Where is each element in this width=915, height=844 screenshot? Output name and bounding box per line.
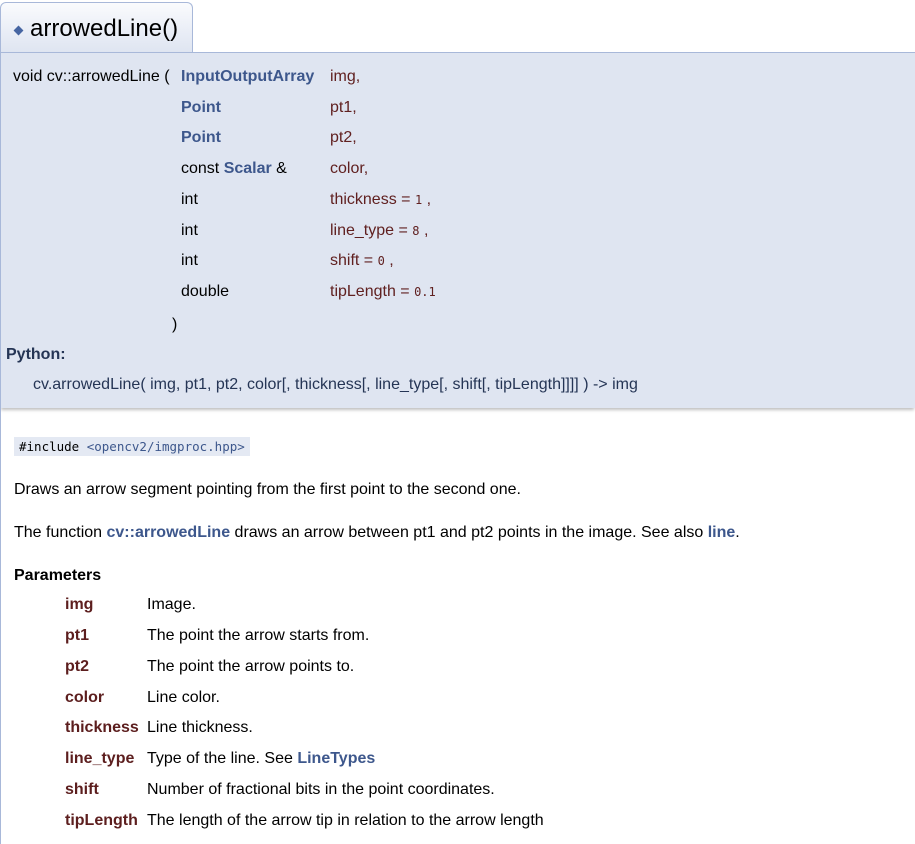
- parameter-description-text: Type of the line. See: [147, 750, 298, 767]
- linetypes-link[interactable]: LineTypes: [297, 750, 375, 767]
- param-default-value: 0: [377, 254, 385, 268]
- param-name: pt2,: [330, 129, 357, 146]
- param-declaration: line_type = 8 ,: [330, 220, 428, 242]
- type-suffix: &: [271, 160, 287, 177]
- param-name: thickness =: [330, 191, 415, 208]
- brief-description: Draws an arrow segment pointing from the…: [14, 481, 521, 498]
- param-declaration: pt1,: [330, 97, 357, 119]
- param-declaration: pt2,: [330, 127, 357, 149]
- param-separator: ,: [422, 191, 432, 208]
- member-title: arrowedLine(): [30, 15, 179, 42]
- python-label: Python:: [6, 346, 66, 363]
- param-name: color,: [330, 160, 369, 177]
- parameter-name: tipLength: [65, 812, 138, 829]
- member-title-tab: arrowedLine(): [0, 2, 193, 52]
- python-signature: cv.arrowedLine( img, pt1, pt2, color[, t…: [33, 376, 638, 393]
- parameters-heading: Parameters: [14, 567, 102, 584]
- type-link[interactable]: InputOutputArray: [181, 68, 314, 85]
- param-declaration: color,: [330, 158, 368, 180]
- param-default-value: 8: [412, 224, 420, 238]
- parameter-description: The length of the arrow tip in relation …: [147, 810, 544, 832]
- parameter-description-text: The point the arrow points to.: [147, 658, 355, 675]
- type-qualifier: const: [181, 160, 224, 177]
- include-file-link[interactable]: <opencv2/imgproc.hpp>: [87, 439, 245, 454]
- parameter-description: The point the arrow points to.: [147, 656, 354, 678]
- param-type: Point: [181, 97, 221, 119]
- parameter-description-text: Line color.: [147, 689, 220, 706]
- param-type: int: [181, 220, 198, 242]
- param-default-value: 0.1: [414, 285, 436, 299]
- param-name: shift =: [330, 252, 378, 269]
- parameter-description-text: Number of fractional bits in the point c…: [147, 781, 495, 798]
- param-name: line_type =: [330, 222, 413, 239]
- details-text-after: .: [735, 524, 740, 541]
- type-link[interactable]: Point: [181, 129, 221, 146]
- param-type: InputOutputArray: [181, 66, 314, 88]
- param-name: pt1,: [330, 99, 357, 116]
- parameter-description-text: The length of the arrow tip in relation …: [147, 812, 544, 829]
- param-separator: ,: [384, 252, 394, 269]
- param-declaration: shift = 0 ,: [330, 250, 394, 272]
- parameter-description-text: Line thickness.: [147, 719, 253, 736]
- parameter-description-text: The point the arrow starts from.: [147, 627, 370, 644]
- param-type: Point: [181, 127, 221, 149]
- parameter-description: Line color.: [147, 687, 220, 709]
- doc-left-border: [0, 408, 1, 844]
- parameter-description: Image.: [147, 594, 196, 616]
- parameter-name: thickness: [65, 719, 139, 736]
- parameter-description: Number of fractional bits in the point c…: [147, 779, 495, 801]
- param-type: int: [181, 189, 198, 211]
- parameter-description: Line thickness.: [147, 717, 253, 739]
- details-text-middle: draws an arrow between pt1 and pt2 point…: [230, 524, 708, 541]
- return-type-and-name: void cv::arrowedLine (: [13, 68, 170, 85]
- parameter-name: shift: [65, 781, 99, 798]
- details-text-before: The function: [14, 524, 107, 541]
- type-qualifier: int: [181, 191, 198, 208]
- include-directive: #include <opencv2/imgproc.hpp>: [14, 437, 250, 456]
- arrowedline-link[interactable]: cv::arrowedLine: [107, 524, 231, 541]
- type-qualifier: int: [181, 222, 198, 239]
- param-separator: ,: [419, 222, 429, 239]
- parameter-name: line_type: [65, 750, 135, 767]
- close-paren: ): [172, 316, 178, 333]
- function-prototype: void cv::arrowedLine ( InputOutputArrayi…: [0, 52, 915, 408]
- parameter-name: pt1: [65, 627, 89, 644]
- diamond-bullet-icon: [13, 25, 24, 36]
- type-qualifier: int: [181, 252, 198, 269]
- param-declaration: thickness = 1 ,: [330, 189, 431, 211]
- param-name: img,: [330, 68, 361, 85]
- parameter-name: img: [65, 596, 94, 613]
- param-declaration: img,: [330, 66, 360, 88]
- parameter-description: Type of the line. See LineTypes: [147, 748, 375, 770]
- parameter-description: The point the arrow starts from.: [147, 625, 369, 647]
- param-name: tipLength =: [330, 283, 415, 300]
- parameter-description-text: Image.: [147, 596, 196, 613]
- param-type: double: [181, 281, 229, 303]
- type-qualifier: double: [181, 283, 230, 300]
- param-type: const Scalar &: [181, 158, 287, 180]
- include-prefix: #include: [19, 439, 87, 454]
- type-link[interactable]: Scalar: [224, 160, 272, 177]
- param-type: int: [181, 250, 198, 272]
- type-link[interactable]: Point: [181, 99, 221, 116]
- parameter-name: pt2: [65, 658, 89, 675]
- param-declaration: tipLength = 0.1: [330, 281, 436, 303]
- parameter-name: color: [65, 689, 105, 706]
- line-link[interactable]: line: [708, 524, 736, 541]
- detailed-description: The function cv::arrowedLine draws an ar…: [14, 524, 740, 542]
